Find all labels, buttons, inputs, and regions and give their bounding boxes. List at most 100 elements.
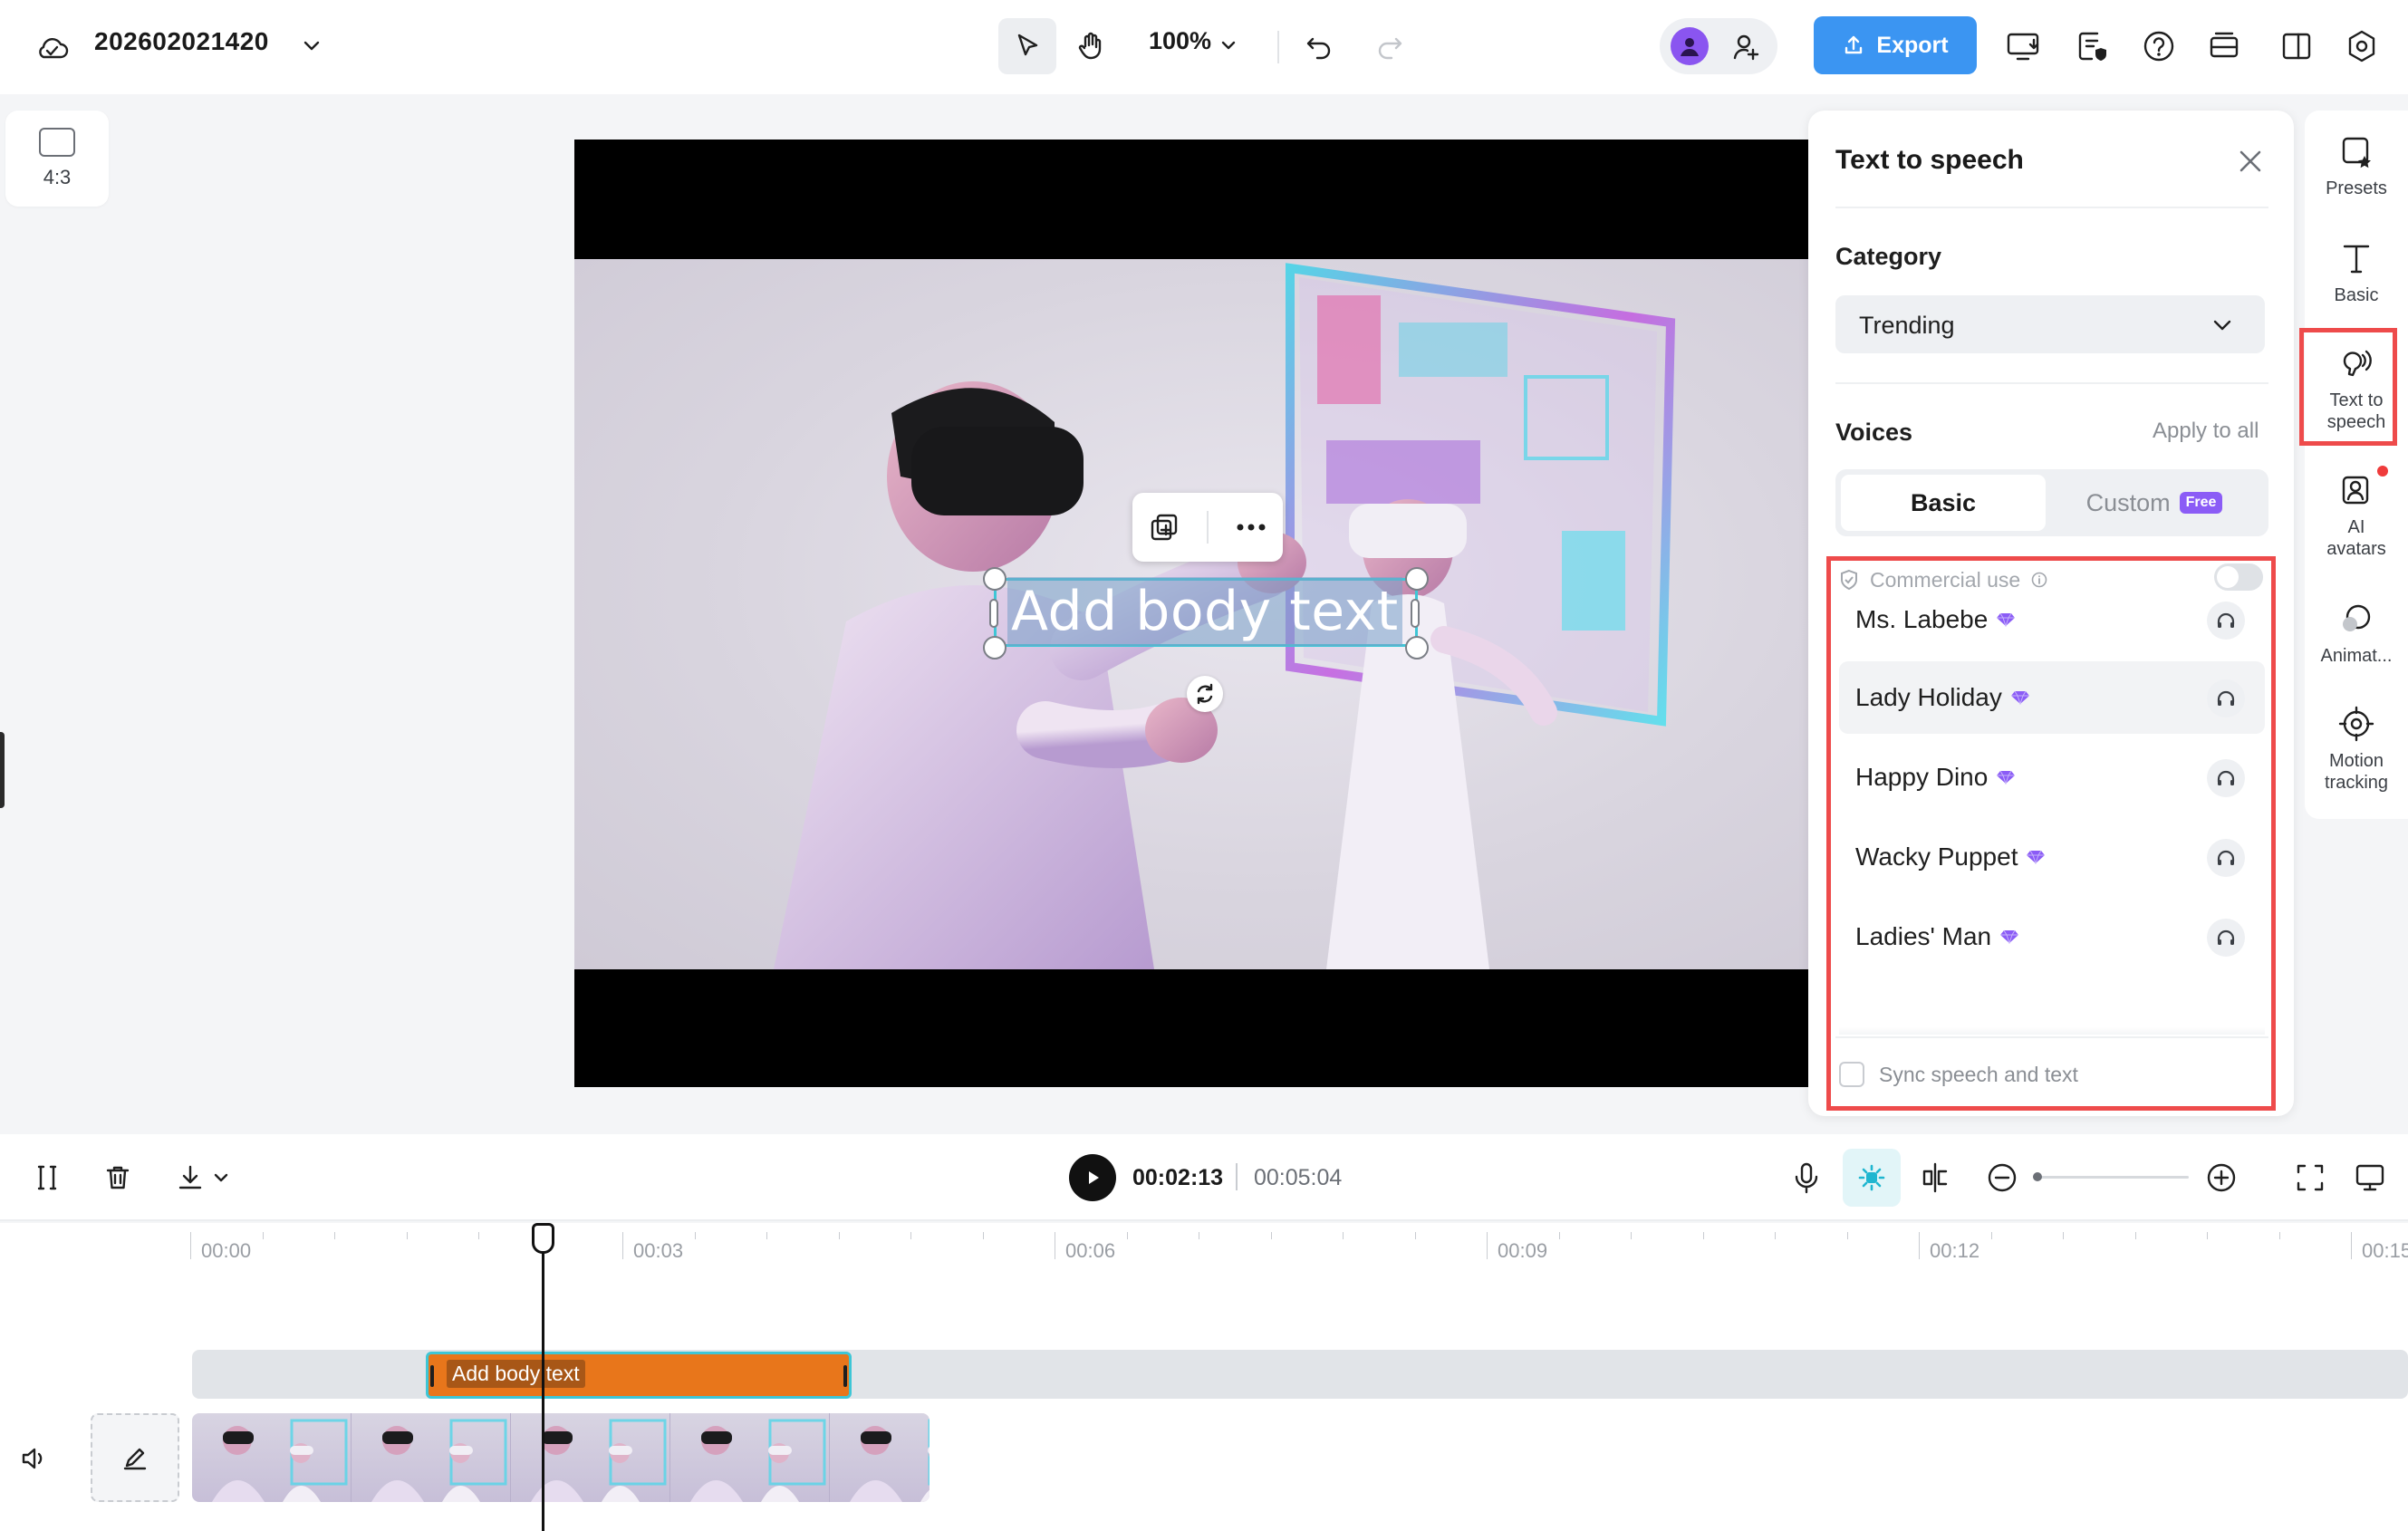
close-button[interactable] [2232, 143, 2268, 179]
help-button[interactable] [2136, 24, 2182, 69]
ruler-minor-tick [694, 1232, 696, 1239]
voice-item[interactable]: Ms. Labebe [1839, 583, 2265, 656]
pointer-icon [1017, 34, 1038, 56]
ruler-minor-tick [406, 1232, 408, 1239]
ruler-minor-tick [2063, 1232, 2064, 1239]
ruler-major-tick [190, 1232, 191, 1259]
panel-toggle-button[interactable] [2274, 24, 2319, 69]
clip-trim-handle-left[interactable] [430, 1365, 434, 1387]
zoom-out-button[interactable] [1980, 1156, 2024, 1199]
resize-handle-top-left[interactable] [983, 567, 1007, 591]
zoom-chevron-icon[interactable] [1214, 29, 1243, 62]
ruler-minor-tick [1343, 1232, 1344, 1239]
timeline-zoom-slider[interactable] [2035, 1176, 2189, 1179]
aspect-ratio-button[interactable]: 4:3 [5, 111, 109, 207]
video-clip[interactable] [192, 1413, 929, 1502]
sync-speech-checkbox[interactable] [1839, 1062, 1864, 1087]
chevron-down-icon[interactable] [295, 29, 328, 62]
undo-button[interactable] [1296, 24, 1343, 71]
text-icon [2343, 245, 2370, 274]
edit-cover-button[interactable] [91, 1413, 179, 1502]
clip-trim-handle-right[interactable] [843, 1365, 847, 1387]
ruler-minor-tick [1270, 1232, 1272, 1239]
tab-custom[interactable]: Custom Free [2046, 475, 2263, 531]
download-button[interactable] [170, 1158, 210, 1198]
rail-item-motion-tracking[interactable]: Motion tracking [2305, 705, 2408, 794]
rotate-handle[interactable] [1187, 676, 1223, 712]
export-label: Export [1876, 32, 1949, 58]
text-clip[interactable]: Add body text [426, 1352, 852, 1399]
preview-voice-button[interactable] [2207, 839, 2245, 877]
aspect-ratio-icon [39, 128, 75, 157]
rail-item-animation[interactable]: Animat... [2305, 600, 2408, 667]
user-avatar-icon [1681, 38, 1699, 56]
export-button[interactable]: Export [1814, 16, 1977, 74]
voice-item[interactable]: Ladies' Man [1839, 900, 2265, 973]
preview-voice-button[interactable] [2207, 679, 2245, 717]
resize-handle-top-right[interactable] [1405, 567, 1429, 591]
ruler-minor-tick [766, 1232, 767, 1239]
zoom-level[interactable]: 100% [1149, 27, 1211, 55]
help-icon [2143, 31, 2174, 62]
add-collaborator-button[interactable] [1729, 29, 1765, 65]
playhead-line[interactable] [542, 1225, 544, 1531]
track-mute-button[interactable] [14, 1439, 54, 1478]
resize-handle-bottom-right[interactable] [1405, 636, 1429, 660]
preview-voice-button[interactable] [2207, 759, 2245, 797]
redo-button[interactable] [1366, 24, 1413, 71]
category-select[interactable]: Trending [1835, 295, 2265, 353]
canvas-text-element[interactable]: Add body text [994, 577, 1418, 647]
sync-speech-row[interactable]: Sync speech and text [1839, 1062, 2078, 1087]
text-to-speech-panel: Text to speech Category Trending Voices … [1808, 111, 2294, 1116]
resize-handle-right[interactable] [1411, 599, 1420, 628]
ruler-minor-tick [334, 1232, 335, 1239]
select-tool-button[interactable] [998, 18, 1056, 74]
play-button[interactable] [1069, 1154, 1116, 1201]
rail-item-presets[interactable]: Presets [2305, 132, 2408, 199]
layers-button[interactable] [2201, 24, 2247, 69]
preview-voice-button[interactable] [2207, 919, 2245, 957]
ruler-minor-tick [982, 1232, 984, 1239]
rail-item-ai-avatars[interactable]: AI avatars [2305, 471, 2408, 560]
voice-item[interactable]: Lady Holiday [1839, 661, 2265, 734]
auto-snap-button[interactable] [1843, 1149, 1901, 1207]
rail-item-basic[interactable]: Basic [2305, 239, 2408, 306]
preview-button[interactable] [2348, 1156, 2392, 1199]
zoom-slider-knob[interactable] [2033, 1172, 2042, 1181]
split-button[interactable] [27, 1158, 67, 1198]
review-button[interactable] [2069, 24, 2114, 69]
zoom-in-icon [2207, 1163, 2236, 1192]
fit-timeline-button[interactable] [2288, 1156, 2332, 1199]
delete-button[interactable] [98, 1158, 138, 1198]
rail-item-text-to-speech[interactable]: Text to speech [2305, 344, 2408, 433]
present-button[interactable] [2000, 24, 2046, 69]
rotate-icon [1197, 683, 1213, 705]
headphones-icon [2217, 770, 2235, 785]
project-name[interactable]: 202602021420 [94, 27, 269, 56]
download-chevron-icon[interactable] [208, 1165, 234, 1190]
tab-basic[interactable]: Basic [1841, 475, 2046, 531]
left-panel-handle[interactable] [0, 732, 5, 808]
playhead-handle[interactable] [532, 1223, 554, 1254]
canvas-text[interactable]: Add body text [1007, 577, 1402, 646]
avatar[interactable] [1671, 27, 1709, 65]
voice-item[interactable]: Happy Dino [1839, 741, 2265, 814]
record-voice-button[interactable] [1787, 1156, 1826, 1199]
duplicate-button[interactable] [1142, 506, 1186, 549]
divider [1835, 207, 2268, 208]
voice-name-wrap: Ladies' Man [1855, 922, 2019, 951]
settings-button[interactable] [2339, 24, 2384, 69]
voice-item[interactable]: Wacky Puppet [1839, 821, 2265, 893]
preview-voice-button[interactable] [2207, 602, 2245, 640]
download-icon [178, 1165, 202, 1189]
ruler-major-tick [1487, 1232, 1488, 1259]
split-view-button[interactable] [1913, 1156, 1957, 1199]
cloud-sync-icon[interactable] [31, 27, 72, 69]
zoom-in-button[interactable] [2200, 1156, 2243, 1199]
resize-handle-left[interactable] [989, 599, 998, 628]
more-options-button[interactable] [1229, 506, 1273, 549]
apply-to-all-link[interactable]: Apply to all [2153, 419, 2259, 444]
resize-handle-bottom-left[interactable] [983, 636, 1007, 660]
video-thumbnail [830, 1413, 929, 1502]
hand-tool-button[interactable] [1062, 18, 1120, 74]
